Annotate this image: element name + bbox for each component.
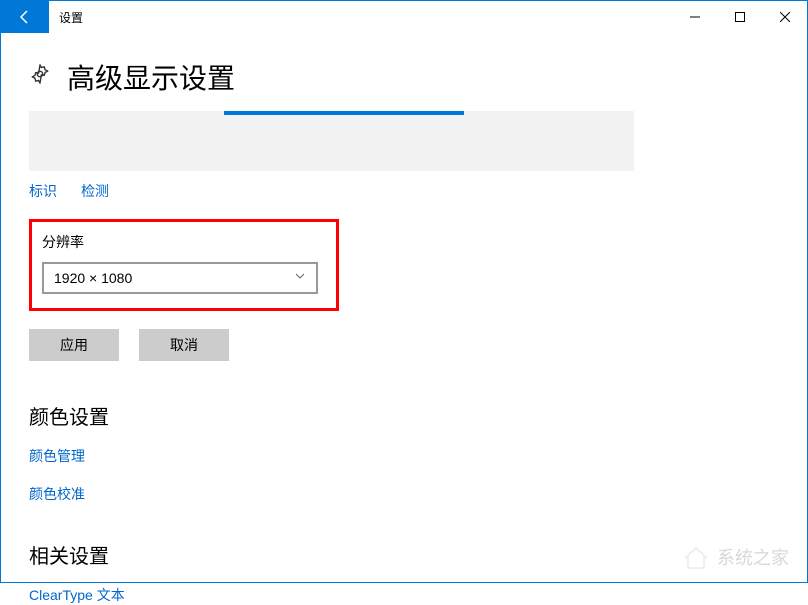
display-actions-row: 标识 检测 (29, 181, 779, 201)
resolution-value: 1920 × 1080 (54, 270, 132, 286)
titlebar: 设置 (1, 1, 807, 33)
page-header: 高级显示设置 (29, 57, 779, 97)
close-button[interactable] (762, 1, 807, 33)
detect-link[interactable]: 检测 (81, 181, 109, 201)
back-button[interactable] (1, 1, 49, 33)
minimize-button[interactable] (672, 1, 717, 33)
close-icon (780, 12, 790, 22)
window-title: 设置 (59, 9, 83, 26)
display-preview (29, 111, 634, 171)
resolution-highlight-box: 分辨率 1920 × 1080 (29, 219, 339, 311)
arrow-left-icon (17, 9, 33, 25)
maximize-icon (735, 12, 745, 22)
content: 高级显示设置 标识 检测 分辨率 1920 × 1080 应用 取消 颜色设置 … (1, 33, 807, 605)
cancel-button[interactable]: 取消 (139, 329, 229, 361)
color-management-link[interactable]: 颜色管理 (29, 446, 779, 466)
preview-selection-bar (224, 111, 464, 115)
cleartype-link[interactable]: ClearType 文本 (29, 585, 779, 605)
page-title: 高级显示设置 (67, 57, 235, 97)
resolution-label: 分辨率 (42, 232, 326, 252)
button-row: 应用 取消 (29, 329, 779, 361)
identify-link[interactable]: 标识 (29, 181, 57, 201)
gear-icon (29, 63, 51, 91)
chevron-down-icon (294, 269, 306, 287)
caption-buttons (672, 1, 807, 33)
minimize-icon (690, 12, 700, 22)
maximize-button[interactable] (717, 1, 762, 33)
apply-button[interactable]: 应用 (29, 329, 119, 361)
color-settings-title: 颜色设置 (29, 401, 779, 430)
resolution-dropdown[interactable]: 1920 × 1080 (42, 262, 318, 294)
color-calibration-link[interactable]: 颜色校准 (29, 484, 779, 504)
related-settings-title: 相关设置 (29, 540, 779, 569)
